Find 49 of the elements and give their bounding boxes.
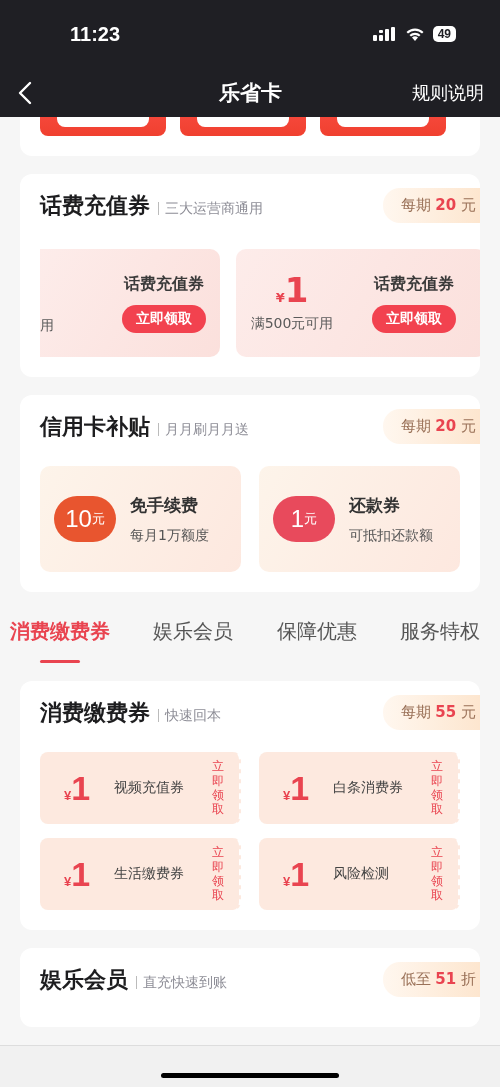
tile-description: 可抵扣还款额 xyxy=(349,526,433,545)
coupon-name: 生活缴费券 xyxy=(114,865,185,883)
period-badge: 每期 55 元 xyxy=(382,695,480,730)
section-subtitle: 月月刷月月送 xyxy=(158,422,249,436)
claim-button[interactable]: 立即领取 xyxy=(212,759,224,817)
claim-button[interactable]: 立即领取 xyxy=(372,304,456,333)
claim-button[interactable]: 立即领取 xyxy=(212,845,224,903)
coupon-amount: ¥1 xyxy=(64,768,91,808)
category-tab[interactable]: 服务特权 xyxy=(400,618,480,663)
claim-button[interactable] xyxy=(40,117,166,136)
coupon-amount: ¥1 xyxy=(64,854,91,894)
section-subtitle: 快速回本 xyxy=(158,708,221,722)
status-time: 11:23 xyxy=(70,22,121,46)
coupon-condition: 用 xyxy=(40,317,54,335)
period-badge: 每期 20 元 xyxy=(382,409,480,444)
back-icon[interactable] xyxy=(18,80,32,105)
section-subtitle: 三大运营商通用 xyxy=(158,201,263,215)
coupon-amount: ¥1 xyxy=(275,273,309,312)
section-subtitle: 直充快速到账 xyxy=(136,975,227,989)
coupon-name: 话费充值券 xyxy=(124,273,204,295)
rules-link[interactable]: 规则说明 xyxy=(412,80,484,105)
period-badge: 每期 20 元 xyxy=(382,188,480,223)
coupon-amount: ¥1 xyxy=(283,768,310,808)
coupon-name: 白条消费券 xyxy=(333,779,404,797)
coupon-amount: ¥1 xyxy=(283,854,310,894)
wifi-icon xyxy=(404,26,425,42)
page-title: 乐省卡 xyxy=(218,79,282,107)
tile-title: 免手续费 xyxy=(130,493,199,517)
coupon-name: 风险检测 xyxy=(333,865,390,883)
claim-button[interactable]: 立即领取 xyxy=(431,845,443,903)
tile-description: 每月1万额度 xyxy=(130,526,209,545)
battery-icon: 49 xyxy=(432,26,456,42)
coupon-name: 话费充值券 xyxy=(374,273,454,295)
category-tab[interactable]: 保障优惠 xyxy=(276,618,357,663)
section-title: 信用卡补贴 xyxy=(40,412,150,441)
section-title: 娱乐会员 xyxy=(40,965,128,994)
claim-button[interactable]: 立即领取 xyxy=(431,759,443,817)
section-title: 消费缴费券 xyxy=(40,698,150,727)
coupon-name: 视频充值券 xyxy=(114,779,185,797)
category-tab[interactable]: 消费缴费券 xyxy=(10,618,110,663)
coupon-condition: 满500元可用 xyxy=(250,315,334,333)
discount-badge: 低至 51 折 xyxy=(382,962,480,997)
claim-button[interactable] xyxy=(320,117,446,136)
claim-button[interactable]: 立即领取 xyxy=(122,304,206,333)
signal-icon xyxy=(372,27,397,41)
tile-title: 还款券 xyxy=(349,493,401,517)
category-tab[interactable]: 娱乐会员 xyxy=(153,618,234,663)
claim-button[interactable] xyxy=(180,117,306,136)
section-title: 话费充值券 xyxy=(40,191,150,220)
